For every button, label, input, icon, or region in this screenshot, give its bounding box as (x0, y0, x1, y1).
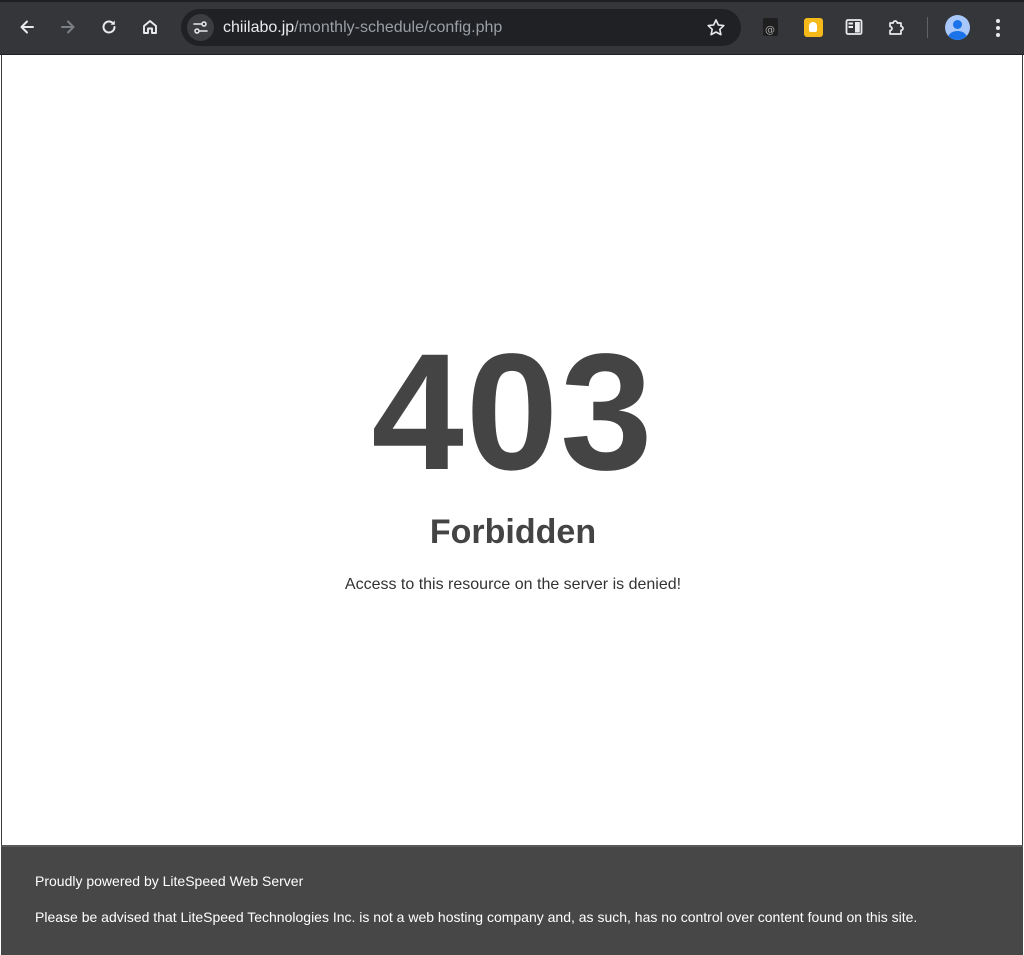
home-button[interactable] (135, 12, 165, 42)
forward-button[interactable] (53, 12, 83, 42)
forward-icon (61, 20, 75, 34)
browser-toolbar: chiilabo.jp/monthly-schedule/config.php … (0, 0, 1024, 55)
extension-mail-button[interactable]: @ (758, 15, 782, 39)
reload-button[interactable] (94, 12, 124, 42)
reading-mode-icon (845, 19, 863, 35)
bookmark-star-icon[interactable] (705, 17, 727, 39)
page-content: 403 Forbidden Access to this resource on… (1, 55, 1023, 845)
back-icon (20, 20, 34, 34)
error-code: 403 (371, 320, 655, 505)
extensions-button[interactable] (884, 15, 908, 39)
tab-strip-edge (0, 0, 1024, 2)
reading-mode-button[interactable] (842, 15, 866, 39)
url-text[interactable]: chiilabo.jp/monthly-schedule/config.php (223, 18, 502, 37)
error-title: Forbidden (429, 513, 597, 551)
url-host: chiilabo.jp (223, 19, 295, 36)
back-button[interactable] (12, 12, 42, 42)
reload-icon (102, 20, 116, 34)
disclaimer-text: Please be advised that LiteSpeed Technol… (35, 909, 918, 925)
error-message: Access to this resource on the server is… (344, 576, 682, 593)
toolbar-separator (927, 17, 928, 38)
profile-avatar-icon[interactable] (945, 15, 970, 40)
extensions-puzzle-icon (889, 20, 904, 35)
more-menu-icon[interactable] (988, 15, 1008, 41)
server-footer: Proudly powered by LiteSpeed Web Server … (1, 845, 1023, 955)
extension-mail-icon: @ (762, 18, 778, 36)
site-info-icon (193, 21, 208, 34)
address-bar[interactable]: chiilabo.jp/monthly-schedule/config.php (181, 9, 741, 46)
site-info-button[interactable] (187, 14, 214, 41)
powered-by-text: Proudly powered by LiteSpeed Web Server (35, 873, 304, 889)
url-path: /monthly-schedule/config.php (294, 19, 503, 36)
extension-keep-button[interactable] (801, 15, 825, 39)
extension-keep-icon (803, 17, 823, 37)
home-icon (143, 20, 157, 34)
